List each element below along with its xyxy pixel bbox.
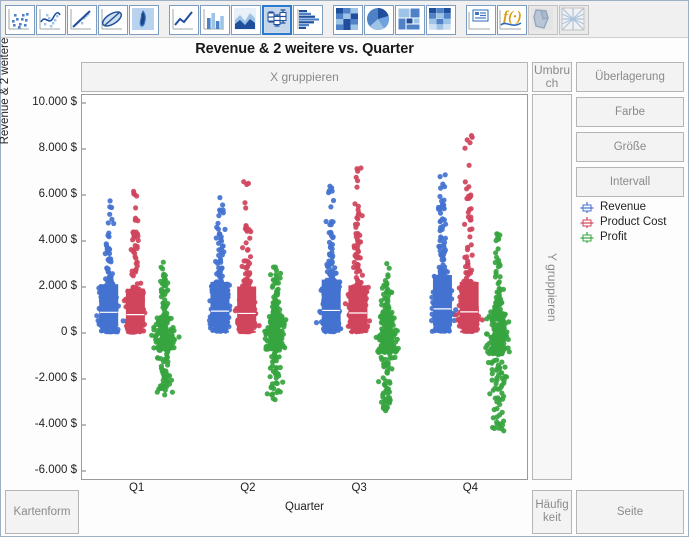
box-plot-overlay bbox=[237, 286, 257, 333]
y-axis-tick-label: 6.000 $ bbox=[38, 188, 77, 200]
svg-text:f(·): f(·) bbox=[503, 9, 522, 25]
scatter-smooth-icon[interactable] bbox=[36, 4, 66, 35]
chart-title: Revenue & 2 weitere vs. Quarter bbox=[195, 41, 414, 57]
plot-canvas bbox=[82, 102, 512, 472]
plot-area[interactable] bbox=[81, 94, 528, 480]
legend-marker bbox=[579, 216, 595, 229]
box-plot-marker-icon bbox=[580, 231, 594, 243]
x-axis-tick-label: Q3 bbox=[351, 482, 367, 494]
legend-item-label: Revenue bbox=[600, 200, 647, 213]
map-region-icon bbox=[528, 4, 558, 35]
box-plot-overlay bbox=[459, 281, 479, 333]
y-axis-tick-label: -2.000 $ bbox=[34, 372, 77, 384]
y-axis-ticks: 10.000 $ 8.000 $ 6.000 $ 4.000 $ 2.000 $ 0 $ -… bbox=[1, 94, 77, 480]
y-axis-tick-label: 10.000 $ bbox=[32, 96, 77, 108]
box-plot-overlay bbox=[99, 284, 119, 333]
legend-item[interactable]: Profit bbox=[579, 230, 685, 244]
heatmap-icon[interactable] bbox=[333, 4, 363, 35]
group-matrix bbox=[333, 4, 457, 35]
x-axis-ticks: Q1 Q2 Q3 Q4 bbox=[81, 482, 528, 498]
dropzone-y-group-label: Y gruppieren bbox=[545, 252, 559, 322]
x-axis-label: Quarter bbox=[285, 501, 324, 513]
x-axis-tick-label: Q1 bbox=[128, 482, 145, 494]
dropzone-size-label: Größe bbox=[613, 141, 647, 153]
series-points-profit bbox=[483, 231, 512, 434]
legend-marker bbox=[579, 201, 595, 214]
box-plot-overlay bbox=[321, 279, 341, 333]
dropzone-interval-label: Intervall bbox=[609, 176, 651, 188]
histogram-horizontal-icon[interactable] bbox=[293, 4, 323, 35]
dropzone-umbruch-label: Umbruch bbox=[534, 63, 571, 90]
dropzone-seite-label: Seite bbox=[616, 506, 644, 518]
dropzone-haeufigkeit[interactable]: Häufigkeit bbox=[532, 490, 572, 534]
dropzone-y-group[interactable]: Y gruppieren bbox=[532, 94, 572, 480]
x-axis-tick-label: Q2 bbox=[240, 482, 256, 494]
dropzone-seite[interactable]: Seite bbox=[576, 490, 684, 534]
box-plot-overlay bbox=[125, 288, 145, 334]
y-axis-label: Revenue & 2 weitere bbox=[0, 37, 11, 145]
legend-item-label: Profit bbox=[600, 230, 627, 243]
box-plot-overlay bbox=[432, 275, 452, 333]
dropzone-color-label: Farbe bbox=[614, 106, 646, 118]
chart-legend: Revenue Product Cost Profit bbox=[579, 200, 685, 245]
scatter-ellipse-icon[interactable] bbox=[98, 4, 128, 35]
scatter-regression-icon[interactable] bbox=[67, 4, 97, 35]
chart-builder-window: f(·) Revenue & 2 weitere vs. Quarter X g… bbox=[0, 0, 689, 537]
function-curve-icon[interactable]: f(·) bbox=[497, 4, 527, 35]
y-axis-tick-label: 8.000 $ bbox=[38, 142, 77, 154]
x-axis-tick-label: Q4 bbox=[462, 482, 479, 494]
data-table-icon[interactable] bbox=[466, 4, 496, 35]
legend-item-label: Product Cost bbox=[600, 215, 667, 228]
y-axis-tick-label: 4.000 $ bbox=[38, 234, 77, 246]
box-plot-icon[interactable] bbox=[262, 4, 292, 35]
dropzone-color[interactable]: Farbe bbox=[576, 97, 684, 127]
dropzone-interval[interactable]: Intervall bbox=[576, 167, 684, 197]
y-axis-tick-label: 0 $ bbox=[61, 326, 77, 338]
box-plot-overlay bbox=[210, 281, 230, 333]
series-points-profit bbox=[149, 259, 182, 398]
dropzone-x-group[interactable]: X gruppieren bbox=[81, 62, 528, 92]
bar-chart-icon[interactable] bbox=[200, 4, 230, 35]
map-grid-icon bbox=[559, 4, 589, 35]
series-points-profit bbox=[373, 261, 401, 414]
legend-item[interactable]: Revenue bbox=[579, 200, 685, 214]
box-plot-overlay bbox=[348, 285, 368, 333]
legend-item[interactable]: Product Cost bbox=[579, 215, 685, 229]
density-contour-icon[interactable] bbox=[129, 4, 159, 35]
group-tools: f(·) bbox=[466, 4, 590, 35]
box-plot-marker-icon bbox=[580, 216, 594, 228]
group-scatter bbox=[5, 4, 160, 35]
dropzone-kartenform[interactable]: Kartenform bbox=[5, 490, 79, 534]
y-axis-tick-label: 2.000 $ bbox=[38, 280, 77, 292]
treemap-icon[interactable] bbox=[395, 4, 425, 35]
box-plot-marker-icon bbox=[580, 201, 594, 213]
group-series bbox=[169, 4, 324, 35]
dropzone-umbruch[interactable]: Umbruch bbox=[532, 62, 572, 92]
chart-type-toolbar: f(·) bbox=[1, 1, 688, 38]
legend-marker bbox=[579, 231, 595, 244]
pie-chart-icon[interactable] bbox=[364, 4, 394, 35]
dropzone-overlay-label: Überlagerung bbox=[595, 71, 665, 83]
y-axis-tick-label: -4.000 $ bbox=[34, 418, 77, 430]
dropzone-overlay[interactable]: Überlagerung bbox=[576, 62, 684, 92]
area-chart-icon[interactable] bbox=[231, 4, 261, 35]
y-axis-tick-label: -6.000 $ bbox=[34, 464, 77, 476]
line-chart-icon[interactable] bbox=[169, 4, 199, 35]
dropzone-kartenform-label: Kartenform bbox=[13, 506, 71, 518]
dropzone-haeufigkeit-label: Häufigkeit bbox=[535, 499, 569, 524]
series-points-profit bbox=[262, 264, 289, 403]
mosaic-icon[interactable] bbox=[426, 4, 456, 35]
dropzone-size[interactable]: Größe bbox=[576, 132, 684, 162]
dropzone-x-group-label: X gruppieren bbox=[270, 70, 339, 84]
